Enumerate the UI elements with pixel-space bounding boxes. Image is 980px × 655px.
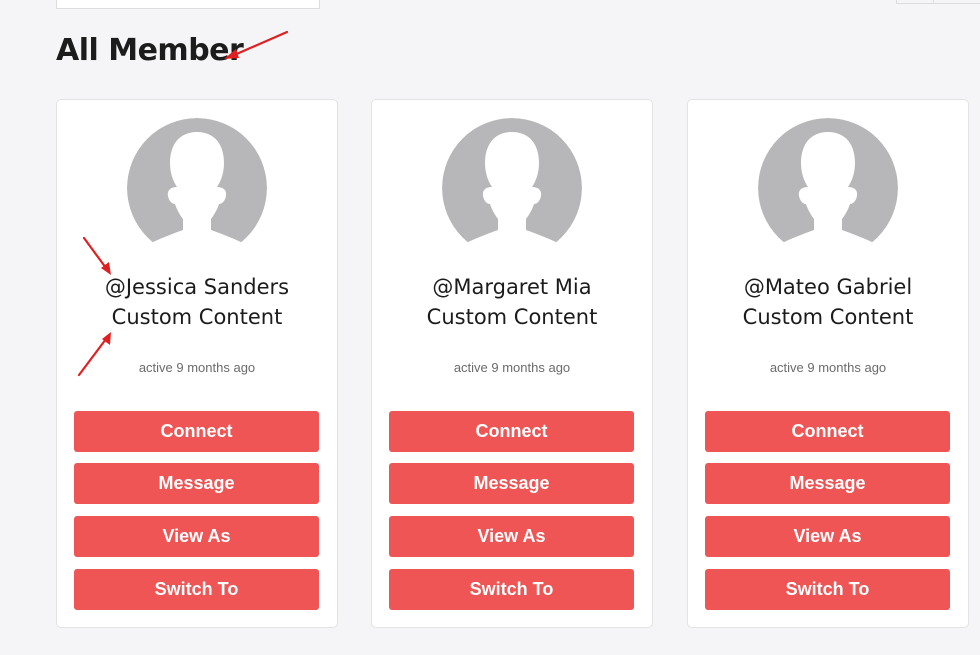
member-card: @Mateo Gabriel Custom Content active 9 m… — [687, 99, 969, 628]
page-title: All Member — [56, 33, 244, 68]
message-button[interactable]: Message — [705, 463, 950, 504]
view-as-button[interactable]: View As — [705, 516, 950, 557]
view-as-button[interactable]: View As — [74, 516, 319, 557]
member-subtitle: Custom Content — [742, 305, 914, 329]
connect-button[interactable]: Connect — [74, 411, 319, 452]
search-input-edge[interactable] — [56, 0, 320, 9]
member-name[interactable]: @Jessica Sanders — [57, 275, 337, 299]
member-card: @Jessica Sanders Custom Content active 9… — [56, 99, 338, 628]
switch-to-button[interactable]: Switch To — [705, 569, 950, 610]
member-activity: active 9 months ago — [769, 360, 887, 375]
message-button[interactable]: Message — [389, 463, 634, 504]
connect-button[interactable]: Connect — [705, 411, 950, 452]
view-as-button[interactable]: View As — [389, 516, 634, 557]
member-card: @Margaret Mia Custom Content active 9 mo… — [371, 99, 653, 628]
member-subtitle: Custom Content — [426, 305, 598, 329]
connect-button[interactable]: Connect — [389, 411, 634, 452]
member-activity: active 9 months ago — [138, 360, 256, 375]
switch-to-button[interactable]: Switch To — [74, 569, 319, 610]
member-activity: active 9 months ago — [453, 360, 571, 375]
switch-to-button[interactable]: Switch To — [389, 569, 634, 610]
pagination-edge[interactable] — [896, 0, 980, 4]
message-button[interactable]: Message — [74, 463, 319, 504]
member-name[interactable]: @Margaret Mia — [372, 275, 652, 299]
member-name[interactable]: @Mateo Gabriel — [688, 275, 968, 299]
default-avatar-icon[interactable] — [442, 118, 582, 244]
default-avatar-icon[interactable] — [127, 118, 267, 244]
default-avatar-icon[interactable] — [758, 118, 898, 244]
member-subtitle: Custom Content — [111, 305, 283, 329]
